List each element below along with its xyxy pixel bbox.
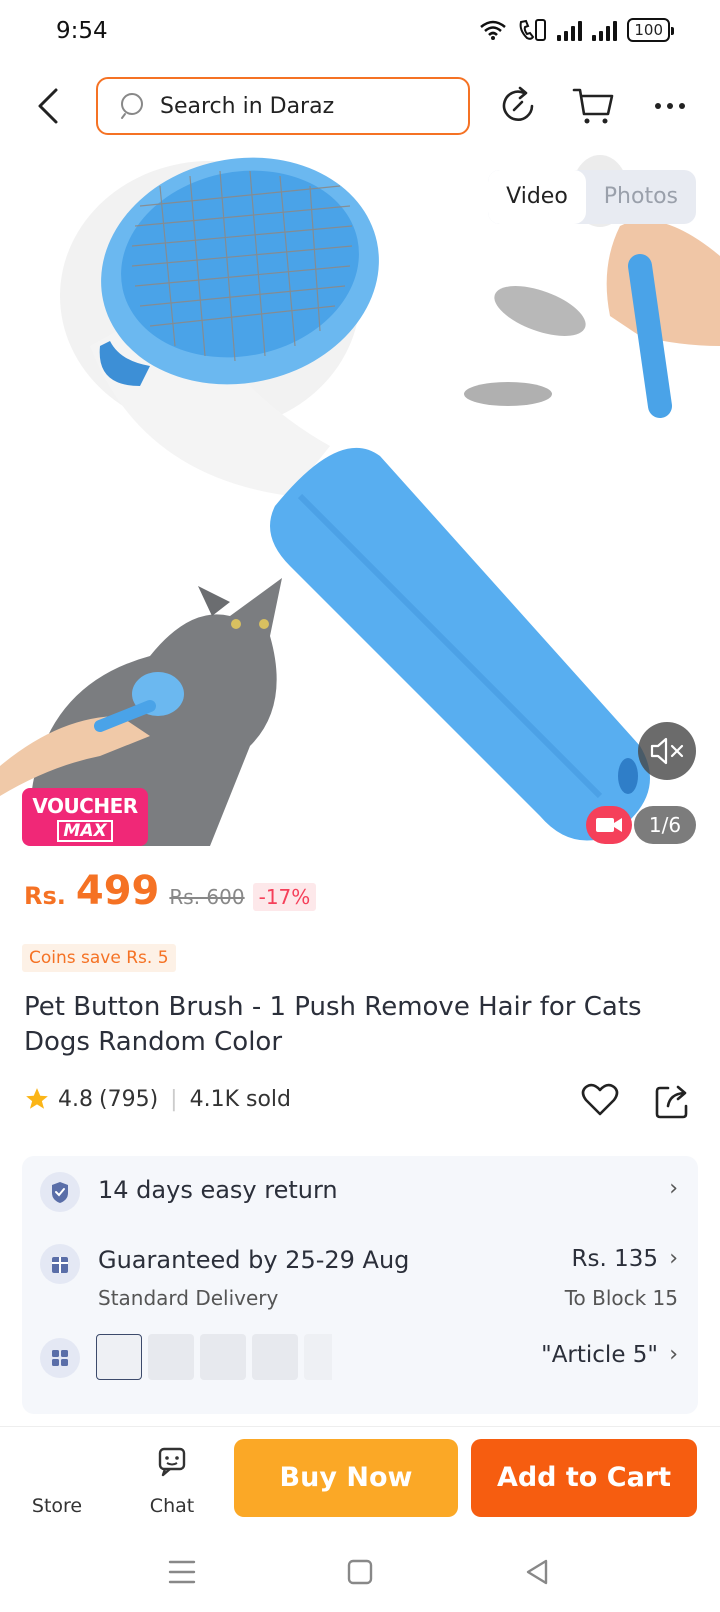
variant-thumb[interactable] <box>148 1334 194 1380</box>
delivery-row[interactable]: Guaranteed by 25-29 Aug Standard Deliver… <box>22 1228 698 1314</box>
signal-1-icon <box>557 19 583 41</box>
delivery-type: Standard Delivery <box>98 1286 279 1310</box>
delivery-fee: Rs. 135 <box>571 1246 659 1272</box>
chat-label: Chat <box>149 1495 195 1517</box>
bottom-action-bar: Store Chat Buy Now Add to Cart <box>0 1426 720 1532</box>
heart-icon[interactable] <box>580 1080 620 1120</box>
status-time: 9:54 <box>56 18 108 44</box>
video-camera-icon[interactable] <box>586 806 632 844</box>
voucher-line2: MAX <box>57 820 113 842</box>
media-toggle: Video Photos <box>488 170 696 224</box>
rating-value: 4.8 <box>58 1086 93 1112</box>
back-triangle-icon[interactable] <box>518 1552 558 1592</box>
home-icon[interactable] <box>340 1552 380 1592</box>
delivery-location: To Block 15 <box>564 1286 678 1310</box>
star-icon <box>26 1088 48 1109</box>
variant-row[interactable]: "Article 5" › <box>22 1314 698 1404</box>
rating-row[interactable]: 4.8 (795) | 4.1K sold <box>24 1086 291 1112</box>
product-title: Pet Button Brush - 1 Push Remove Hair fo… <box>24 992 642 1057</box>
chevron-right-icon: › <box>669 1342 678 1367</box>
variant-thumb[interactable] <box>304 1334 332 1380</box>
tab-video[interactable]: Video <box>488 170 586 224</box>
divider: | <box>170 1086 178 1112</box>
system-nav-bar <box>0 1532 720 1612</box>
mute-icon[interactable] <box>638 722 696 780</box>
tab-photos[interactable]: Photos <box>586 170 696 224</box>
battery-indicator: 100 <box>627 18 674 42</box>
signal-2-icon <box>592 19 618 41</box>
menu-icon[interactable] <box>162 1552 202 1592</box>
back-arrow-icon[interactable] <box>30 84 66 128</box>
variant-label: "Article 5" <box>541 1342 658 1368</box>
cart-icon[interactable] <box>570 82 618 130</box>
price-current: 499 <box>75 868 160 914</box>
discount-badge: -17% <box>252 883 317 911</box>
price-currency: Rs. <box>24 882 66 910</box>
share-icon[interactable] <box>654 1082 690 1120</box>
shield-check-icon <box>40 1172 80 1212</box>
sold-count: 4.1K sold <box>189 1086 291 1112</box>
service-info-card: 14 days easy return › Guaranteed by 25-2… <box>22 1156 698 1414</box>
status-bar: 9:54 100 <box>0 0 720 66</box>
return-policy-row[interactable]: 14 days easy return › <box>22 1156 698 1228</box>
coins-badge: Coins save Rs. 5 <box>22 944 176 972</box>
chat-icon <box>158 1447 186 1477</box>
voucher-line1: VOUCHER <box>32 794 138 818</box>
return-policy-text: 14 days easy return <box>98 1176 338 1204</box>
image-counter: 1/6 <box>634 806 696 844</box>
chat-button[interactable]: Chat <box>127 1427 217 1533</box>
buy-now-button[interactable]: Buy Now <box>234 1439 458 1517</box>
product-image <box>0 155 720 846</box>
status-icons: 100 <box>479 18 674 42</box>
search-input[interactable]: Search in Daraz <box>96 77 470 135</box>
history-icon[interactable] <box>494 82 542 130</box>
variant-thumb[interactable] <box>96 1334 142 1380</box>
store-label: Store <box>31 1495 83 1517</box>
top-bar: Search in Daraz <box>0 70 720 142</box>
delivery-title: Guaranteed by 25-29 Aug <box>98 1246 410 1274</box>
add-to-cart-button[interactable]: Add to Cart <box>471 1439 697 1517</box>
variant-thumb[interactable] <box>252 1334 298 1380</box>
wifi-icon <box>480 20 507 40</box>
volte-call-icon <box>519 19 547 41</box>
store-button[interactable]: Store <box>12 1427 102 1533</box>
grid-icon <box>40 1338 80 1378</box>
delivery-box-icon <box>40 1244 80 1284</box>
variant-thumbnails <box>96 1334 332 1380</box>
search-icon <box>121 93 143 119</box>
search-placeholder: Search in Daraz <box>160 93 335 119</box>
price-row: Rs. 499 Rs. 600 -17% <box>24 868 317 914</box>
chevron-right-icon: › <box>669 1246 678 1271</box>
variant-thumb[interactable] <box>200 1334 246 1380</box>
price-original: Rs. 600 <box>169 885 245 909</box>
review-count: (795) <box>99 1086 159 1112</box>
more-options-icon[interactable] <box>648 82 696 130</box>
chevron-right-icon: › <box>669 1176 678 1201</box>
voucher-max-badge: VOUCHER MAX <box>22 788 148 846</box>
product-gallery[interactable]: Video Photos 1/6 VOUCHER MAX <box>0 146 720 866</box>
